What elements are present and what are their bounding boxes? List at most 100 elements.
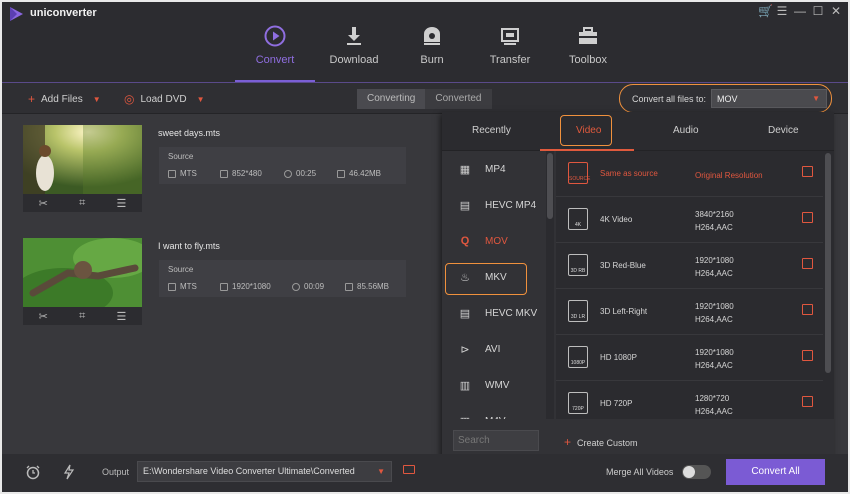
convert-all-label: Convert all files to: bbox=[632, 94, 707, 104]
tab-device[interactable]: Device bbox=[768, 125, 799, 136]
thumbnail-tools: ✂ ⌗ ☰ bbox=[23, 307, 142, 325]
resolution-item[interactable]: SOURCE Same as source Original Resolutio… bbox=[556, 151, 823, 197]
format-item-mp4[interactable]: ▦ MP4 bbox=[442, 151, 546, 187]
output-format-select[interactable]: MOV ▼ bbox=[711, 89, 827, 108]
source-label: Source bbox=[168, 152, 194, 161]
minimize-icon[interactable]: — bbox=[794, 4, 806, 18]
nav-toolbox-label: Toolbox bbox=[569, 54, 607, 66]
main-nav: Convert Download Burn Transfer Toolbox bbox=[235, 2, 627, 82]
tab-audio[interactable]: Audio bbox=[673, 125, 699, 136]
folder-icon[interactable] bbox=[403, 465, 415, 474]
format-item-avi[interactable]: ⊳ AVI bbox=[442, 331, 546, 367]
effects-icon[interactable]: ☰ bbox=[117, 197, 127, 210]
format-label: MP4 bbox=[485, 163, 506, 175]
lightning-icon[interactable] bbox=[63, 464, 75, 480]
tab-video[interactable]: Video bbox=[576, 125, 601, 136]
size-info: 46.42MB bbox=[337, 169, 381, 178]
load-dvd-button[interactable]: ◎ Load DVD ▼ bbox=[124, 92, 205, 106]
edit-icon[interactable] bbox=[802, 166, 813, 177]
size-value: 85.56MB bbox=[357, 282, 390, 291]
toolbar: + Add Files ▼ ◎ Load DVD ▼ Converting Co… bbox=[2, 82, 848, 114]
format-item-hevc-mp4[interactable]: ▤ HEVC MP4 bbox=[442, 187, 546, 223]
tab-converting[interactable]: Converting bbox=[357, 89, 426, 109]
resolution-list-scrollbar[interactable] bbox=[823, 151, 832, 419]
resolution-item[interactable]: 1080P HD 1080P 1920*1080 H264,AAC bbox=[556, 335, 823, 381]
output-path-value: E:\Wondershare Video Converter Ultimate\… bbox=[143, 466, 355, 476]
add-files-button[interactable]: + Add Files ▼ bbox=[28, 92, 101, 106]
create-custom-button[interactable]: + Create Custom bbox=[564, 435, 638, 449]
edit-icon[interactable] bbox=[802, 258, 813, 269]
resolution-detail-1: 1280*720 bbox=[695, 394, 730, 403]
status-tabs: Converting Converted bbox=[357, 89, 492, 109]
format-label: MKV bbox=[485, 271, 507, 283]
convert-icon bbox=[264, 25, 286, 47]
nav-transfer[interactable]: Transfer bbox=[471, 2, 549, 82]
resolution-item[interactable]: 3D LR 3D Left-Right 1920*1080 H264,AAC bbox=[556, 289, 823, 335]
alarm-clock-icon[interactable] bbox=[25, 464, 41, 480]
3d-rb-badge-icon: 3D RB bbox=[568, 254, 588, 276]
format-label: WMV bbox=[485, 379, 510, 391]
resolution-info: 852*480 bbox=[220, 169, 262, 178]
menu-icon[interactable]: ☰ bbox=[776, 4, 788, 18]
tab-recently[interactable]: Recently bbox=[472, 125, 511, 136]
close-icon[interactable]: ✕ bbox=[830, 4, 842, 18]
scissors-icon[interactable]: ✂ bbox=[39, 197, 48, 210]
resolution-name: 4K Video bbox=[600, 215, 633, 224]
cart-icon[interactable]: 🛒 bbox=[758, 4, 773, 18]
folder-icon bbox=[345, 282, 353, 291]
output-path-select[interactable]: E:\Wondershare Video Converter Ultimate\… bbox=[137, 461, 392, 482]
resolution-detail-2: H264,AAC bbox=[695, 223, 733, 232]
edit-icon[interactable] bbox=[802, 212, 813, 223]
duration-info: 00:09 bbox=[292, 282, 324, 291]
file-item: ✂ ⌗ ☰ sweet days.mts Source MTS 852*480 … bbox=[2, 115, 442, 228]
format-search-input[interactable] bbox=[453, 430, 539, 451]
nav-download[interactable]: Download bbox=[315, 2, 393, 82]
maximize-icon[interactable]: ☐ bbox=[812, 4, 824, 18]
resolution-detail: 1920*1080 H264,AAC bbox=[695, 300, 734, 326]
crop-icon[interactable]: ⌗ bbox=[79, 197, 85, 210]
scissors-icon[interactable]: ✂ bbox=[39, 310, 48, 323]
format-item-wmv[interactable]: ▥ WMV bbox=[442, 367, 546, 403]
convert-all-callout: Convert all files to: MOV ▼ bbox=[619, 84, 832, 113]
format-panel: Recently Video Audio Device ▦ MP4 ▤ HEVC M… bbox=[442, 112, 834, 460]
effects-icon[interactable]: ☰ bbox=[117, 310, 127, 323]
scrollbar-thumb[interactable] bbox=[825, 153, 831, 373]
video-thumbnail[interactable] bbox=[23, 125, 142, 194]
scrollbar-thumb[interactable] bbox=[547, 153, 553, 219]
tab-converted[interactable]: Converted bbox=[425, 89, 492, 109]
nav-toolbox[interactable]: Toolbox bbox=[549, 2, 627, 82]
edit-icon[interactable] bbox=[802, 396, 813, 407]
resolution-detail-1: 3840*2160 bbox=[695, 210, 734, 219]
format-item-mkv[interactable]: ♨ MKV bbox=[442, 259, 546, 295]
size-info: 85.56MB bbox=[345, 282, 389, 291]
chevron-down-icon[interactable]: ▼ bbox=[197, 95, 205, 104]
clock-icon bbox=[292, 282, 300, 291]
nav-convert[interactable]: Convert bbox=[235, 2, 315, 82]
resolution-item[interactable]: 720P HD 720P 1280*720 H264,AAC bbox=[556, 381, 823, 419]
resolution-detail-2: H264,AAC bbox=[695, 407, 733, 416]
format-list-scrollbar[interactable] bbox=[546, 151, 554, 419]
nav-burn[interactable]: Burn bbox=[393, 2, 471, 82]
file-name: sweet days.mts bbox=[158, 128, 221, 138]
file-name: I want to fly.mts bbox=[158, 241, 220, 251]
play-icon: ⊳ bbox=[460, 343, 470, 356]
resolution-item[interactable]: 4K 4K Video 3840*2160 H264,AAC bbox=[556, 197, 823, 243]
video-thumbnail[interactable] bbox=[23, 238, 142, 307]
convert-all-button[interactable]: Convert All bbox=[726, 459, 825, 485]
format-item-hevc-mkv[interactable]: ▤ HEVC MKV bbox=[442, 295, 546, 331]
format-item-mov[interactable]: Q MOV bbox=[442, 223, 546, 259]
resolution-item[interactable]: 3D RB 3D Red-Blue 1920*1080 H264,AAC bbox=[556, 243, 823, 289]
4k-badge-icon: 4K bbox=[568, 208, 588, 230]
film-icon bbox=[168, 169, 176, 178]
mkv-icon: ♨ bbox=[460, 271, 470, 284]
nav-convert-label: Convert bbox=[255, 54, 295, 66]
edit-icon[interactable] bbox=[802, 304, 813, 315]
720p-badge-icon: 720P bbox=[568, 392, 588, 414]
resolution-name: Same as source bbox=[600, 169, 658, 178]
merge-toggle[interactable] bbox=[682, 465, 711, 479]
crop-icon[interactable]: ⌗ bbox=[79, 310, 85, 323]
source-info: Source MTS 1920*1080 00:09 85.56MB bbox=[159, 260, 406, 297]
chevron-down-icon[interactable]: ▼ bbox=[93, 95, 101, 104]
bottom-bar: Output E:\Wondershare Video Converter Ul… bbox=[2, 454, 848, 492]
edit-icon[interactable] bbox=[802, 350, 813, 361]
